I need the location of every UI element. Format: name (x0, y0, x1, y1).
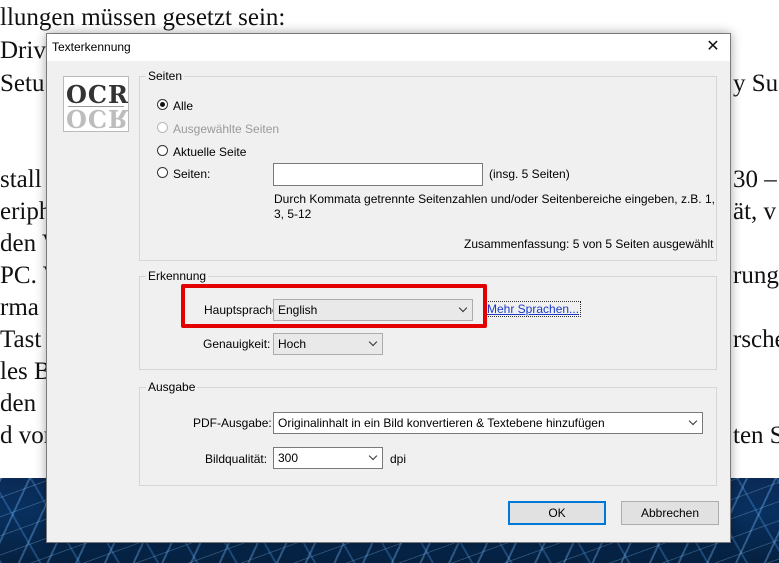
pages-summary: Zusammenfassung: 5 von 5 Seiten ausgewäh… (464, 237, 714, 251)
radio-current-page-label[interactable]: Aktuelle Seite (173, 144, 246, 160)
page-range-input[interactable] (273, 163, 483, 186)
ok-button[interactable]: OK (508, 501, 606, 525)
chevron-down-icon (688, 416, 698, 426)
ocr-logo-icon: OCR OCR (63, 76, 129, 132)
pdf-output-label: PDF-Ausgabe: (193, 416, 272, 430)
radio-page-range-dot[interactable] (157, 167, 168, 178)
total-pages-hint: (insg. 5 Seiten) (489, 167, 570, 181)
doc-text-line: den (0, 390, 37, 417)
output-group-title: Ausgabe (148, 380, 196, 394)
doc-text-line: ten S (733, 422, 779, 449)
doc-text-line: rung (733, 262, 779, 289)
radio-page-range-label[interactable]: Seiten: (173, 166, 210, 182)
chevron-down-icon (368, 337, 378, 347)
dialog-title: Texterkennung (52, 40, 131, 54)
doc-text-line: y Su (733, 70, 779, 97)
radio-all-pages-dot[interactable] (157, 99, 168, 110)
pages-group-title: Seiten (148, 69, 183, 83)
chevron-down-icon (368, 451, 378, 461)
pdf-output-select[interactable]: Originalinhalt in ein Bild konvertieren … (273, 412, 703, 434)
doc-text-line: rma (0, 294, 39, 321)
doc-text-line: rsche (733, 326, 779, 353)
doc-text-line: Setu (0, 70, 45, 97)
doc-text-line: d vor (0, 422, 53, 449)
image-quality-select[interactable]: 300 (273, 447, 383, 469)
accuracy-select[interactable]: Hoch (273, 333, 383, 355)
doc-text-line: ät, v (733, 198, 777, 225)
accuracy-label: Genauigkeit: (203, 337, 271, 351)
radio-selected-pages-dot (157, 122, 168, 133)
radio-selected-pages-label: Ausgewählte Seiten (173, 122, 280, 136)
doc-text-line: 30 – (733, 166, 777, 193)
doc-text-line: llungen müssen gesetzt sein: (0, 4, 286, 31)
close-icon[interactable]: ✕ (696, 34, 730, 61)
radio-all-pages-label[interactable]: Alle (173, 98, 193, 114)
recognition-group-title: Erkennung (148, 269, 207, 283)
image-quality-label: Bildqualität: (205, 452, 268, 466)
doc-text-line: stall (0, 166, 42, 193)
image-quality-unit: dpi (390, 452, 407, 466)
doc-text-line: eriph (0, 198, 52, 225)
page-range-help-line2: 3, 5-12 (274, 207, 312, 221)
doc-text-line: Driv (0, 37, 46, 64)
dialog-titlebar[interactable]: Texterkennung ✕ (47, 34, 730, 61)
image-quality-select-value: 300 (278, 451, 299, 465)
pdf-output-select-value: Originalinhalt in ein Bild konvertieren … (278, 416, 605, 430)
language-highlight-box (181, 284, 487, 328)
radio-current-page-dot[interactable] (157, 145, 168, 156)
page-range-help-line1: Durch Kommata getrennte Seitenzahlen und… (274, 192, 715, 206)
ocr-dialog: Texterkennung ✕ OCR OCR Seiten Alle Ausg… (46, 33, 731, 543)
doc-text-line: Tast (0, 326, 42, 353)
doc-text-line: les B (0, 358, 51, 385)
accuracy-select-value: Hoch (278, 337, 307, 351)
cancel-button[interactable]: Abbrechen (621, 501, 719, 525)
more-languages-link[interactable]: Mehr Sprachen... (484, 301, 582, 317)
ocr-logo-reflection: OCR (66, 104, 129, 132)
